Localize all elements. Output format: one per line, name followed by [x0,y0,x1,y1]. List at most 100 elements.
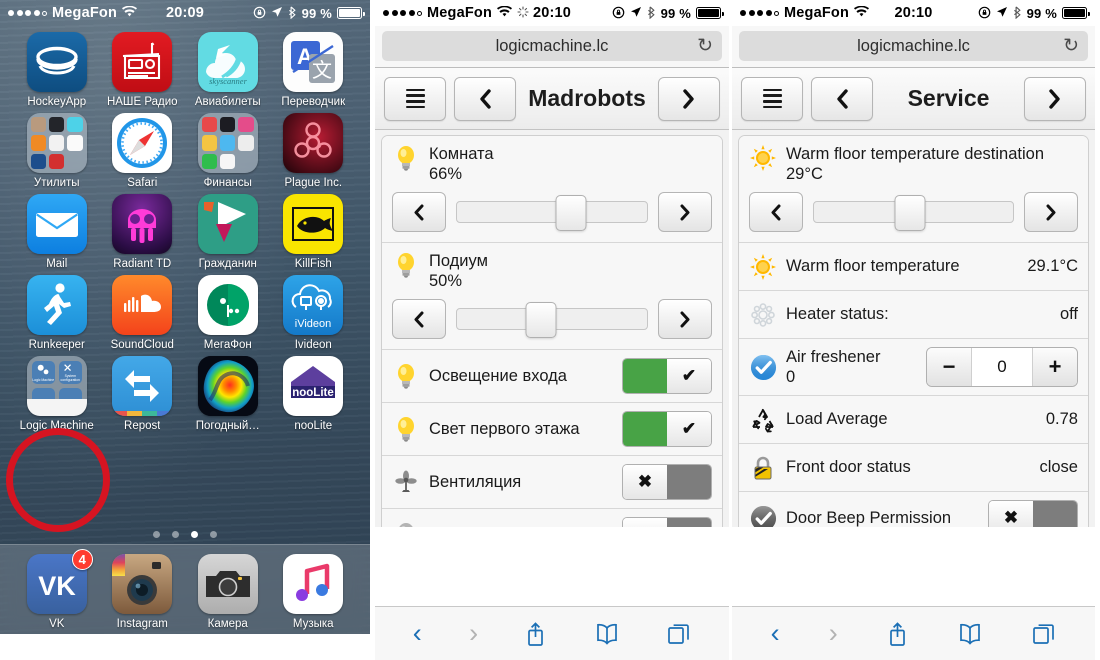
app-header-mid: Madrobots [375,68,729,130]
page-indicator-dots[interactable] [0,531,370,538]
app-grazhdanin[interactable]: Гражданин [185,194,271,270]
page-dot[interactable] [210,531,217,538]
app-weather-radar[interactable]: Погодный… [185,356,271,432]
slider-track[interactable] [456,195,648,232]
chevron-right-icon [1049,88,1060,109]
menu-button[interactable] [384,76,446,121]
control-row-all-lights: Весь свет ✖ [382,509,722,527]
back-button[interactable]: ‹ [413,620,422,647]
app-radiant-td[interactable]: Radiant TD [100,194,186,270]
tabs-icon[interactable] [667,622,691,646]
share-icon[interactable] [887,621,908,647]
status-right: 99 % [612,6,724,21]
control-row-heater-status: Heater status: off [739,291,1088,340]
app-translate[interactable]: A 文 Переводчик [271,32,357,108]
increment-button[interactable] [658,192,712,233]
reload-icon[interactable]: ↻ [697,37,713,56]
app-label: Repost [124,420,161,432]
page-dot-active[interactable] [191,531,198,538]
row-header: Комната 66% [392,144,712,184]
prev-page-button[interactable] [454,76,516,121]
runkeeper-icon [26,275,87,335]
forward-button[interactable]: › [829,620,838,647]
forward-button[interactable]: › [469,620,478,647]
app-hockeyapp[interactable]: HockeyApp [14,32,100,108]
url-bar[interactable]: logicmachine.lc ↻ [382,31,722,61]
folder-finance-icon [197,113,258,173]
app-mail[interactable]: Mail [14,194,100,270]
menu-button[interactable] [741,76,803,121]
toggle-left [623,359,667,394]
app-nashe-radio[interactable]: НАШЕ Радио [100,32,186,108]
row-label: Комната [429,145,494,163]
slider-knob[interactable] [525,302,557,339]
carrier-label: MegaFon [52,5,118,21]
toggle-switch[interactable]: ✖ [988,500,1078,527]
increment-button[interactable] [658,299,712,340]
toggle-switch[interactable]: ✔ [622,358,712,395]
decrement-button[interactable] [392,192,446,233]
wifi-icon [854,5,870,20]
app-skyscanner[interactable]: skyscanner Авиабилеты [185,32,271,108]
app-label: Камера [207,618,248,630]
page-title: Madrobots [528,85,646,111]
toggle-switch[interactable]: ✔ [622,411,712,448]
page-dot[interactable] [153,531,160,538]
toggle-right: ✔ [667,359,711,394]
decrement-button[interactable] [749,192,803,233]
next-page-button[interactable] [1024,76,1086,121]
app-folder-utilities[interactable]: Утилиты [14,113,100,189]
slider-knob[interactable] [555,195,587,232]
stepper-plus-button[interactable]: + [1033,348,1077,387]
dock-app-camera[interactable]: Камера [185,554,271,630]
slider-track[interactable] [456,302,648,339]
dock-app-music[interactable]: Музыка [271,554,357,630]
row-value: 66% [429,165,463,184]
app-folder-finance[interactable]: Финансы [185,113,271,189]
app-runkeeper[interactable]: Runkeeper [14,275,100,351]
back-button[interactable]: ‹ [771,620,780,647]
hockeyapp-icon [26,32,87,92]
app-noolite[interactable]: nooLite nooLite [271,356,357,432]
page-dot[interactable] [172,531,179,538]
safari-icon [112,113,173,173]
svg-text:VK: VK [38,571,76,601]
toggle-right [667,518,711,527]
book-icon[interactable] [594,623,620,645]
decrement-button[interactable] [392,299,446,340]
toggle-switch[interactable]: ✖ [622,517,712,527]
url-bar[interactable]: logicmachine.lc ↻ [739,31,1088,61]
killfish-icon [283,194,344,254]
next-page-button[interactable] [658,76,720,121]
ivideon-icon: iVideon [283,275,344,335]
slider-knob[interactable] [894,195,926,232]
control-row-podium: Подиум 50% [382,243,722,351]
tabs-icon[interactable] [1032,622,1056,646]
dock-app-instagram[interactable]: Instagram [100,554,186,630]
app-plague-inc[interactable]: Plague Inc. [271,113,357,189]
app-folder-logic-machine[interactable]: Logic Machine System configuration Logic… [14,356,100,432]
toggle-switch[interactable]: ✖ [622,464,712,501]
folder-tile-label: Logic Machine [32,378,55,383]
stepper-minus-button[interactable]: − [927,348,971,387]
app-megafon[interactable]: МегаФон [185,275,271,351]
increment-button[interactable] [1024,192,1078,233]
app-ivideon[interactable]: iVideon Ivideon [271,275,357,351]
prev-page-button[interactable] [811,76,873,121]
safari-address-bar-mid: logicmachine.lc ↻ [375,26,729,68]
status-left: MegaFon [8,5,138,21]
control-list-right: Warm floor temperature destination 29°C [732,130,1095,527]
slider-control [749,192,1078,233]
app-safari[interactable]: Safari [100,113,186,189]
share-icon[interactable] [525,621,546,647]
url-text: logicmachine.lc [857,36,970,55]
app-repost[interactable]: Repost [100,356,186,432]
reload-icon[interactable]: ↻ [1063,37,1079,56]
wifi-icon [122,5,138,20]
app-killfish[interactable]: KillFish [271,194,357,270]
book-icon[interactable] [957,623,983,645]
dock-app-vk[interactable]: 4 VK VK [14,549,100,630]
app-soundcloud[interactable]: SoundCloud [100,275,186,351]
slider-track[interactable] [813,195,1014,232]
row-value: 0.78 [1045,410,1078,429]
